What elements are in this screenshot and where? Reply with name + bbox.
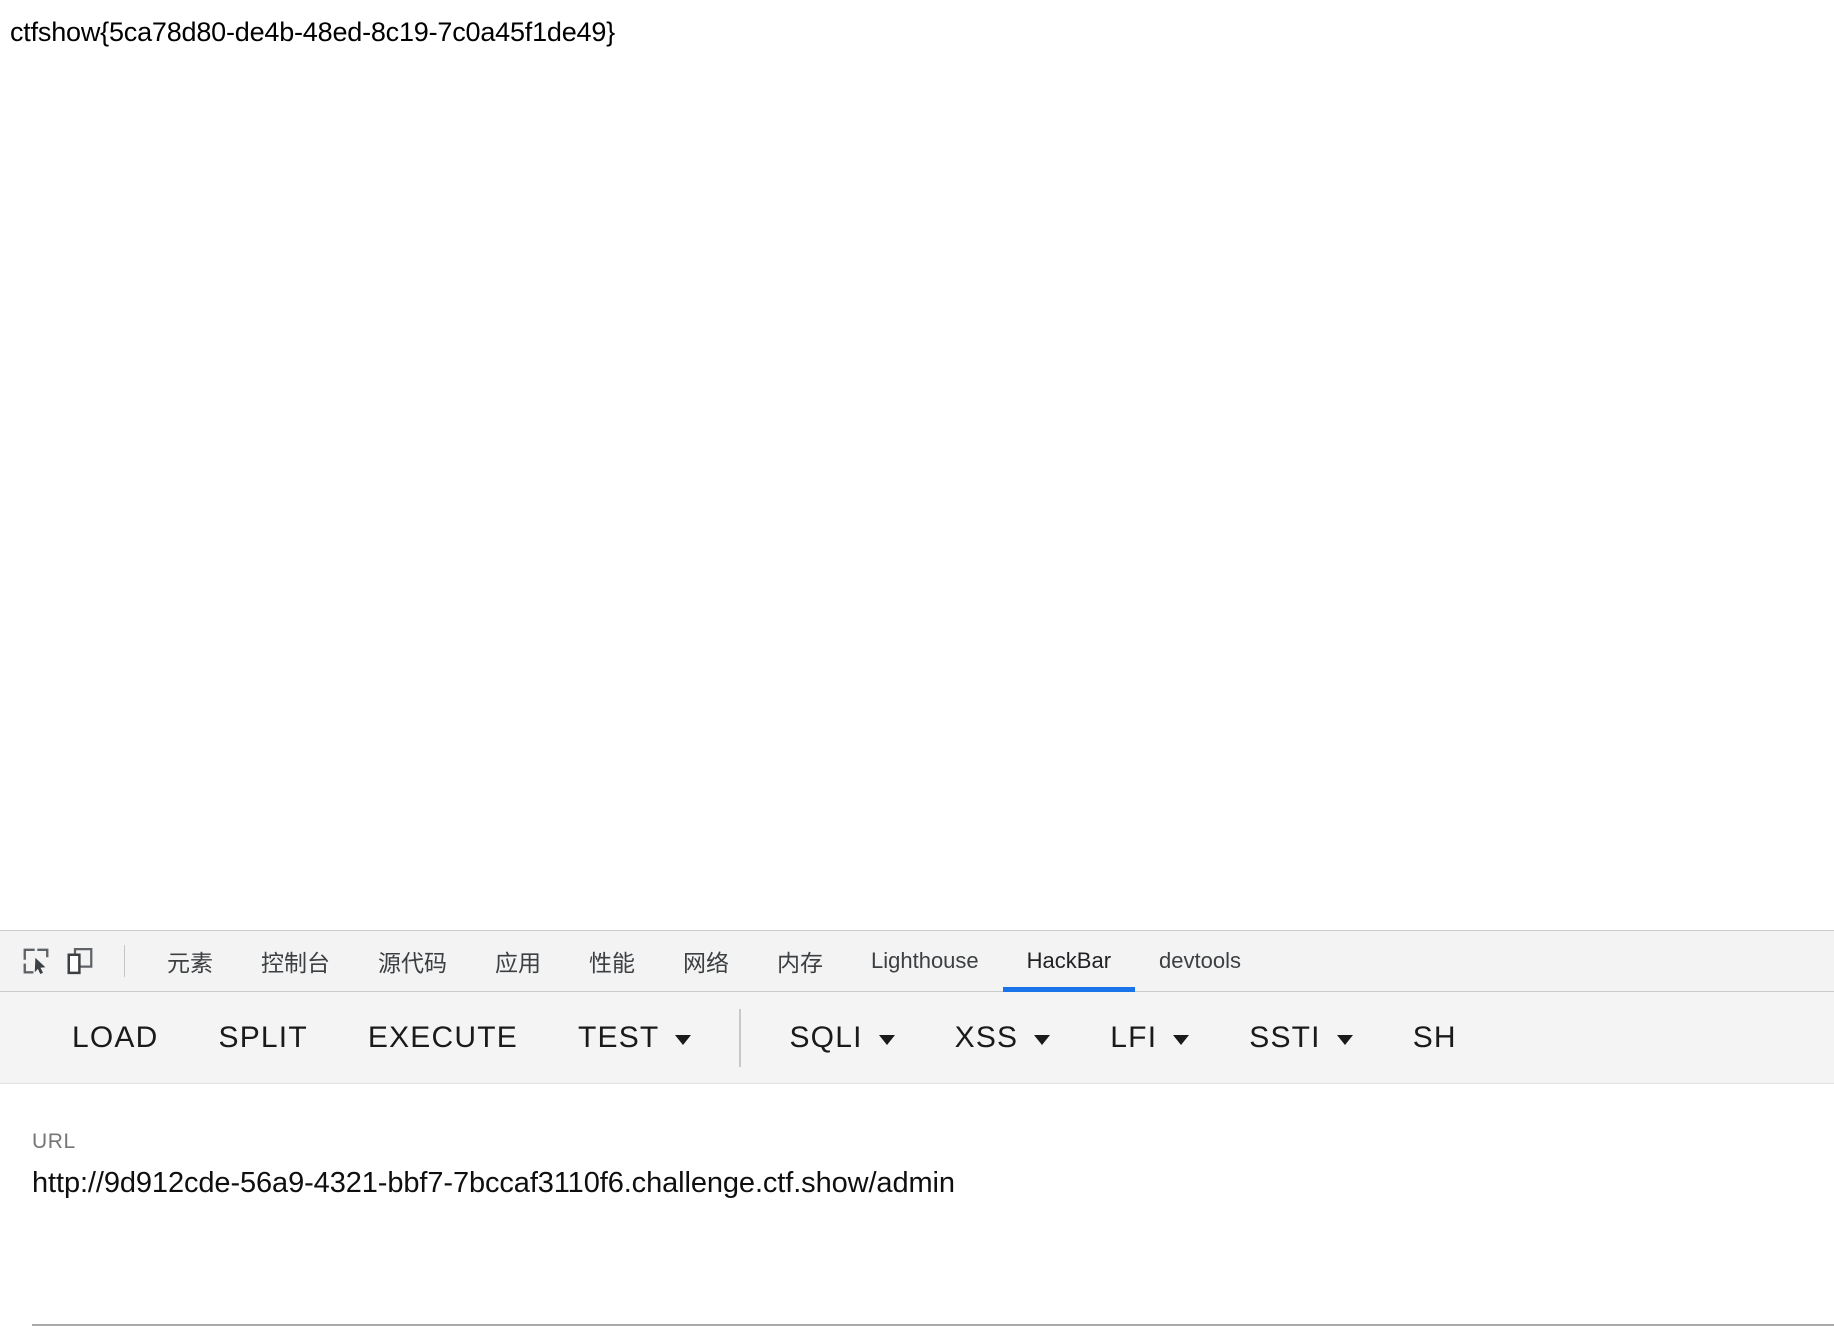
devtools-tabbar: 元素 控制台 源代码 应用 性能 网络 内存 Lighthouse HackBa… bbox=[0, 931, 1834, 992]
xss-menu-button[interactable]: XSS bbox=[933, 1008, 1073, 1068]
hackbar-body: URL http://9d912cde-56a9-4321-bbf7-7bcca… bbox=[0, 1084, 1834, 1342]
url-input[interactable]: http://9d912cde-56a9-4321-bbf7-7bccaf311… bbox=[32, 1164, 1834, 1202]
tab-performance[interactable]: 性能 bbox=[565, 931, 659, 991]
tab-label: 元素 bbox=[167, 950, 213, 976]
sqli-menu-button[interactable]: SQLI bbox=[767, 1008, 916, 1068]
load-button-label: LOAD bbox=[72, 1020, 159, 1054]
tab-label: 源代码 bbox=[378, 950, 447, 976]
chevron-down-icon bbox=[1034, 1034, 1051, 1045]
url-field-label: URL bbox=[32, 1130, 76, 1153]
execute-button[interactable]: EXECUTE bbox=[346, 1008, 540, 1068]
tab-label: 控制台 bbox=[261, 950, 330, 976]
chevron-down-icon bbox=[1336, 1034, 1353, 1045]
tab-application[interactable]: 应用 bbox=[471, 931, 565, 991]
chevron-down-icon bbox=[1173, 1034, 1190, 1045]
tab-hackbar[interactable]: HackBar bbox=[1002, 931, 1136, 992]
inspect-element-icon[interactable] bbox=[14, 939, 58, 983]
tab-label: 应用 bbox=[495, 950, 541, 976]
lfi-menu-button[interactable]: LFI bbox=[1088, 1008, 1211, 1068]
toolbar-separator bbox=[124, 945, 125, 977]
tab-label: 网络 bbox=[683, 950, 729, 976]
url-field[interactable]: URL http://9d912cde-56a9-4321-bbf7-7bcca… bbox=[32, 1130, 1834, 1202]
device-toolbar-icon[interactable] bbox=[58, 939, 102, 983]
xss-button-label: XSS bbox=[954, 1020, 1019, 1054]
tab-memory[interactable]: 内存 bbox=[753, 931, 847, 991]
tab-label: Lighthouse bbox=[871, 948, 979, 973]
tab-elements[interactable]: 元素 bbox=[143, 931, 237, 991]
shell-menu-button[interactable]: SH bbox=[1391, 1008, 1479, 1068]
execute-button-label: EXECUTE bbox=[367, 1020, 518, 1054]
tab-label: HackBar bbox=[1026, 948, 1112, 973]
split-button-label: SPLIT bbox=[218, 1020, 308, 1054]
load-button[interactable]: LOAD bbox=[50, 1008, 181, 1068]
lfi-button-label: LFI bbox=[1110, 1020, 1158, 1054]
tab-label: 内存 bbox=[777, 950, 823, 976]
chevron-down-icon bbox=[675, 1034, 692, 1045]
split-button[interactable]: SPLIT bbox=[197, 1008, 330, 1068]
toolbar-divider bbox=[739, 1008, 742, 1067]
tab-label: devtools bbox=[1159, 948, 1241, 973]
tab-devtools[interactable]: devtools bbox=[1135, 931, 1265, 991]
ssti-menu-button[interactable]: SSTI bbox=[1227, 1008, 1374, 1068]
tab-network[interactable]: 网络 bbox=[659, 931, 753, 991]
browser-window: ctfshow{5ca78d80-de4b-48ed-8c19-7c0a45f1… bbox=[0, 0, 1834, 1342]
shell-button-label: SH bbox=[1412, 1020, 1457, 1054]
chevron-down-icon bbox=[878, 1034, 895, 1045]
devtools-panel: 元素 控制台 源代码 应用 性能 网络 内存 Lighthouse HackBa… bbox=[0, 930, 1834, 1342]
tab-label: 性能 bbox=[589, 950, 635, 976]
ssti-button-label: SSTI bbox=[1249, 1020, 1321, 1054]
page-viewport: ctfshow{5ca78d80-de4b-48ed-8c19-7c0a45f1… bbox=[0, 0, 1834, 930]
tab-console[interactable]: 控制台 bbox=[237, 931, 354, 991]
section-divider bbox=[32, 1324, 1834, 1326]
flag-text: ctfshow{5ca78d80-de4b-48ed-8c19-7c0a45f1… bbox=[10, 17, 615, 47]
tab-lighthouse[interactable]: Lighthouse bbox=[847, 931, 1003, 991]
test-menu-button[interactable]: TEST bbox=[556, 1008, 713, 1068]
hackbar-toolbar: LOAD SPLIT EXECUTE TEST SQLI XSS LFI SST… bbox=[0, 992, 1834, 1084]
tab-sources[interactable]: 源代码 bbox=[354, 931, 471, 991]
test-button-label: TEST bbox=[577, 1020, 660, 1054]
sqli-button-label: SQLI bbox=[789, 1020, 863, 1054]
